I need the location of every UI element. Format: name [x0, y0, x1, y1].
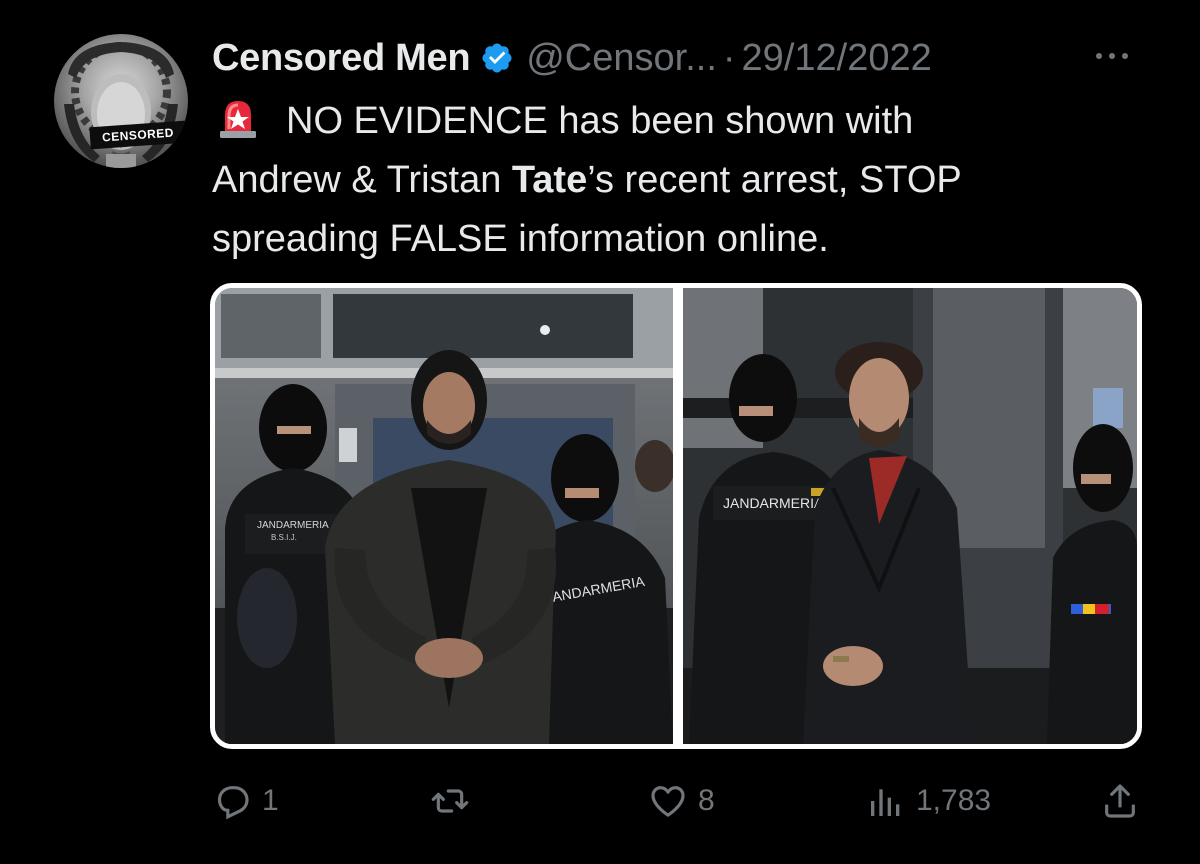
retweet-icon — [431, 789, 469, 813]
tweet-actions: 1 8 1,783 — [0, 776, 1200, 826]
views-chart-icon — [871, 789, 900, 816]
more-options-icon[interactable] — [1096, 44, 1128, 68]
tweet-media[interactable]: JANDARMERIA B.S.I.J. JANDARMERIA JANDARM… — [210, 283, 1142, 749]
tweet-text-line-1-text: NO EVIDENCE has been shown with — [286, 100, 914, 142]
verified-badge-icon[interactable] — [480, 41, 514, 75]
separator-dot: · — [722, 36, 736, 79]
share-button[interactable] — [1100, 776, 1140, 826]
tweet-text-line-3: spreading FALSE information online. — [212, 218, 829, 260]
rotating-light-icon — [220, 101, 256, 138]
arrest-photo-left: JANDARMERIA B.S.I.J. JANDARMERIA — [215, 288, 673, 744]
tweet-header: Censored Men @Censor... · 29/12/2022 — [212, 34, 932, 82]
like-button[interactable]: 8 — [648, 776, 715, 826]
tweet-date[interactable]: 29/12/2022 — [742, 37, 932, 80]
media-photo-left[interactable]: JANDARMERIA B.S.I.J. JANDARMERIA — [215, 288, 673, 744]
tweet-text: NO EVIDENCE has been shown with Andrew &… — [212, 92, 1152, 269]
reply-icon — [217, 786, 249, 820]
display-name[interactable]: Censored Men — [212, 37, 471, 80]
reply-button[interactable]: 1 — [212, 776, 279, 826]
reply-count: 1 — [262, 784, 279, 817]
arrest-photo-right: JANDARMERIA — [683, 288, 1137, 744]
left-officer-vest-sub: B.S.I.J. — [271, 533, 297, 542]
heart-icon — [651, 786, 685, 817]
view-count: 1,783 — [916, 784, 992, 817]
avatar-statue-icon — [64, 42, 178, 168]
right-photo-officer-vest-text: JANDARMERIA — [723, 495, 824, 511]
tweet-text-line-2-end: ’s recent arrest, STOP — [587, 159, 962, 201]
views-button[interactable]: 1,783 — [866, 776, 991, 826]
left-officer-vest-text: JANDARMERIA — [257, 520, 329, 531]
tweet[interactable]: CENSORED Censored Men @Censor... · 29/12… — [0, 0, 1200, 864]
like-count: 8 — [698, 784, 715, 817]
tweet-text-line-2: Andrew & Tristan Tate’s recent arrest, S… — [212, 151, 1152, 210]
handle[interactable]: @Censor... — [526, 37, 717, 80]
tweet-text-line-1: NO EVIDENCE has been shown with — [212, 92, 1152, 151]
tweet-text-bold-name: Tate — [511, 159, 588, 201]
tweet-text-line-2-start: Andrew & Tristan — [212, 159, 512, 201]
share-icon — [1105, 784, 1135, 818]
retweet-button[interactable] — [428, 776, 482, 826]
media-photo-right[interactable]: JANDARMERIA — [683, 288, 1137, 744]
avatar[interactable]: CENSORED — [54, 34, 188, 168]
